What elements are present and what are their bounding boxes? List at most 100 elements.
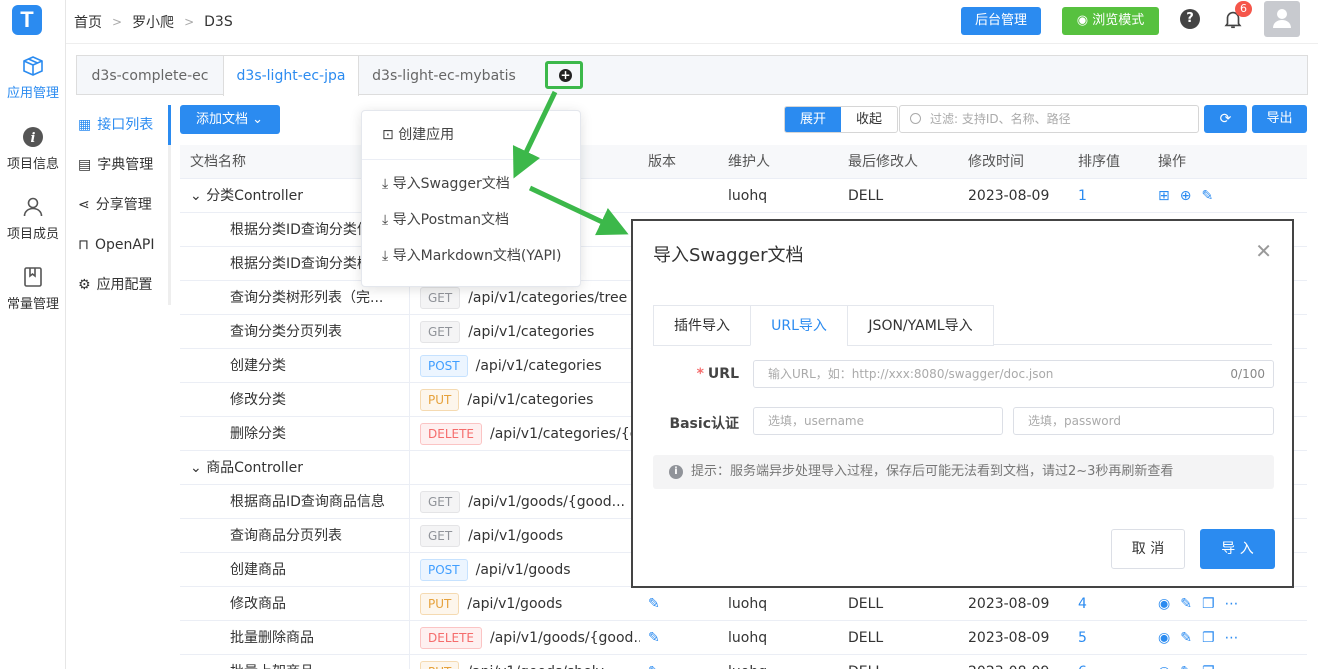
subnav-label: 应用配置 <box>96 277 153 293</box>
edit-icon[interactable]: ✎ <box>648 664 660 669</box>
eye-icon[interactable]: ◉ <box>1158 664 1180 669</box>
edit-icon[interactable]: ✎ <box>648 630 660 646</box>
copy-icon[interactable]: ❐ <box>1202 630 1225 646</box>
edit-icon[interactable]: ✎ <box>1180 664 1202 669</box>
method-path-cell: GET/api/v1/categories <box>410 315 640 349</box>
header-maintainer: 维护人 <box>728 154 770 170</box>
avatar-user-icon <box>1273 9 1291 28</box>
dropdown-create-app[interactable]: ⊡ 创建应用 <box>362 117 580 153</box>
document-icon: ▤ <box>78 157 92 173</box>
group-name-cell: ⌄ 商品Controller <box>180 451 410 485</box>
box-icon: ⊡ <box>382 127 399 143</box>
dialog-tab-plugin[interactable]: 插件导入 <box>653 305 751 346</box>
dropdown-import-swagger[interactable]: ⤓ 导入Swagger文档 <box>362 166 580 202</box>
chevron-down-icon[interactable]: ⌄ <box>190 460 206 476</box>
rail-item-project-info[interactable]: i 项目信息 <box>0 125 66 172</box>
password-input[interactable]: 选填，password <box>1013 407 1274 435</box>
edit-icon[interactable]: ✎ <box>1201 188 1223 204</box>
import-swagger-dialog: 导入Swagger文档 ✕ 插件导入 URL导入 JSON/YAML导入 * UR… <box>631 219 1294 588</box>
version-edit-cell: ✎ <box>638 621 718 655</box>
tab-d3s-light-ec-jpa[interactable]: d3s-light-ec-jpa <box>223 56 359 96</box>
dropdown-import-postman[interactable]: ⤓ 导入Postman文档 <box>362 202 580 238</box>
export-button[interactable]: 导出 <box>1252 105 1307 133</box>
sort-value: 1 <box>1078 188 1087 204</box>
browse-mode-button[interactable]: ◉ 浏览模式 <box>1062 7 1159 35</box>
tab-d3s-complete-ec[interactable]: d3s-complete-ec <box>77 56 223 95</box>
chevron-down-icon[interactable]: ⌄ <box>190 188 206 204</box>
table-row[interactable]: 修改商品 PUT/api/v1/goods ✎ luohq DELL 2023-08-09… <box>180 587 1307 621</box>
http-method-badge: GET <box>420 321 461 343</box>
url-char-counter: 0/100 <box>1230 367 1265 381</box>
chevron-right-icon: > <box>184 15 195 29</box>
method-path-cell: GET/api/v1/goods/{good... <box>410 485 640 519</box>
add-document-button[interactable]: 添加文档 ⌄ <box>180 105 280 134</box>
eye-icon[interactable]: ◉ <box>1158 596 1180 612</box>
add-document-label: 添加文档 <box>196 112 249 127</box>
dropdown-import-markdown[interactable]: ⤓ 导入Markdown文档(YAPI) <box>362 238 580 274</box>
filter-input[interactable]: 过滤: 支持ID、名称、路径 <box>899 105 1199 133</box>
password-placeholder: 选填，password <box>1028 414 1121 428</box>
subnav-label: 字典管理 <box>97 157 154 173</box>
http-method-badge: GET <box>420 287 461 309</box>
header-modified-time: 修改时间 <box>968 154 1024 170</box>
secondary-nav: ▦ 接口列表 ▤ 字典管理 ⋖ 分享管理 ⊓ OpenAPI ⚙ 应用配置 <box>76 105 172 305</box>
user-icon <box>23 197 43 217</box>
username-input[interactable]: 选填，username <box>753 407 1003 435</box>
download-icon: ⤓ <box>382 176 393 192</box>
add-file-icon[interactable]: ⊞ <box>1158 188 1180 204</box>
required-marker: * <box>696 366 704 382</box>
gear-icon: ⚙ <box>78 277 91 293</box>
http-method-badge: PUT <box>420 389 460 411</box>
rail-label: 应用管理 <box>6 86 59 101</box>
doc-name: 修改分类 <box>230 392 286 408</box>
tab-d3s-light-ec-mybatis[interactable]: d3s-light-ec-mybatis <box>359 56 529 95</box>
edit-icon[interactable]: ✎ <box>1180 596 1202 612</box>
modified-time: 2023-08-09 <box>958 655 1068 669</box>
add-folder-icon[interactable]: ⊕ <box>1180 188 1202 204</box>
table-row[interactable]: 批量删除商品 DELETE/api/v1/goods/{good... ✎ luohq… <box>180 621 1307 655</box>
add-document-dropdown: ⊡ 创建应用 ⤓ 导入Swagger文档 ⤓ 导入Postman文档 ⤓ 导入M… <box>361 110 581 287</box>
cancel-button[interactable]: 取 消 <box>1111 529 1185 569</box>
copy-icon[interactable]: ❐ <box>1202 664 1225 669</box>
breadcrumb: 首页 > 罗小爬 > D3S <box>74 12 233 32</box>
dropdown-label: 创建应用 <box>398 127 455 143</box>
http-method-badge: GET <box>420 525 461 547</box>
table-row[interactable]: 批量上架商品PUT/api/v1/goods/shelv...✎luohqDEL… <box>180 655 1307 669</box>
eye-icon[interactable]: ◉ <box>1158 630 1180 646</box>
edit-icon[interactable]: ✎ <box>648 596 660 612</box>
copy-icon[interactable]: ❐ <box>1202 596 1225 612</box>
chevron-right-icon: > <box>112 15 123 29</box>
api-path: /api/v1/goods <box>475 562 571 578</box>
more-icon[interactable]: ⋯ <box>1225 596 1249 612</box>
table-group-row[interactable]: ⌄ 分类Controller luohq DELL 2023-08-09 1 ⊞⊕✎ <box>180 179 1307 213</box>
admin-button[interactable]: 后台管理 <box>961 7 1041 35</box>
collapse-button[interactable]: 收起 <box>841 107 897 132</box>
close-icon[interactable]: ✕ <box>1255 239 1272 263</box>
dialog-tab-json-yaml[interactable]: JSON/YAML导入 <box>847 305 994 346</box>
expand-button[interactable]: 展开 <box>785 107 841 132</box>
app-logo[interactable]: T <box>12 5 42 35</box>
breadcrumb-user[interactable]: 罗小爬 <box>132 12 174 32</box>
more-icon[interactable]: ⋯ <box>1225 664 1249 669</box>
refresh-button[interactable]: ⟳ <box>1204 105 1247 133</box>
rail-item-project-members[interactable]: 项目成员 <box>0 195 66 242</box>
breadcrumb-home[interactable]: 首页 <box>74 12 102 32</box>
modified-time: 2023-08-09 <box>968 630 1050 646</box>
left-rail: T 应用管理 i 项目信息 项目成员 常量管理 <box>0 0 66 669</box>
import-button[interactable]: 导 入 <box>1200 529 1275 569</box>
doc-name: 查询商品分页列表 <box>230 528 342 544</box>
dialog-tab-url[interactable]: URL导入 <box>750 305 848 346</box>
add-tab-button[interactable]: + <box>545 61 583 89</box>
subnav-api-list[interactable]: ▦ 接口列表 <box>76 105 172 145</box>
more-icon[interactable]: ⋯ <box>1225 630 1249 646</box>
subnav-app-config[interactable]: ⚙ 应用配置 <box>76 265 172 305</box>
subnav-openapi[interactable]: ⊓ OpenAPI <box>76 225 172 265</box>
url-input[interactable]: 输入URL，如：http://xxx:8080/swagger/doc.json… <box>753 360 1274 388</box>
rail-item-app-management[interactable]: 应用管理 <box>0 54 66 101</box>
subnav-share[interactable]: ⋖ 分享管理 <box>76 185 172 225</box>
rail-item-constants[interactable]: 常量管理 <box>0 265 66 312</box>
help-icon[interactable]: ? <box>1180 9 1200 29</box>
edit-icon[interactable]: ✎ <box>1180 630 1202 646</box>
subnav-dictionary[interactable]: ▤ 字典管理 <box>76 145 172 185</box>
avatar[interactable] <box>1264 1 1300 37</box>
